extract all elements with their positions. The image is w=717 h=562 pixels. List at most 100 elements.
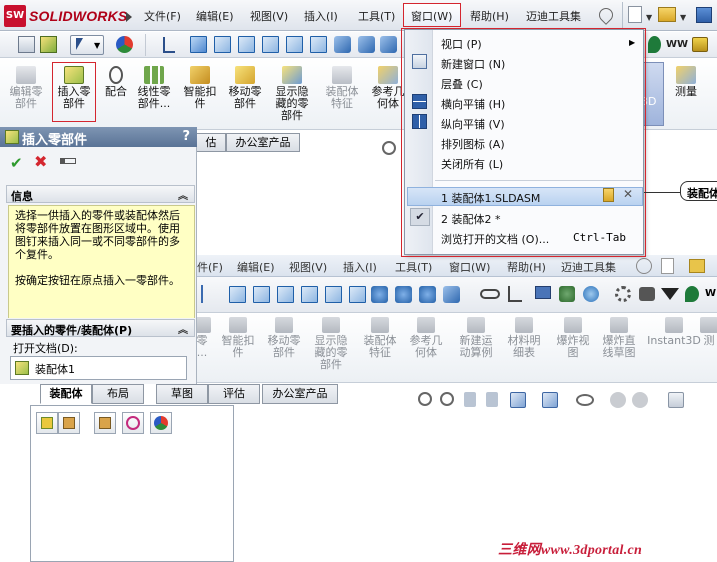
open-dropdown-icon[interactable]: ▼ (680, 13, 686, 22)
menu-view[interactable]: 视图(V) (250, 8, 288, 24)
std-view-top-icon[interactable] (286, 36, 303, 53)
back-menu-file[interactable]: 件(F) (197, 259, 223, 275)
front-tab-evaluate[interactable]: 估 (196, 133, 226, 152)
menu-item-cascade[interactable]: 层叠 (C) (441, 76, 483, 92)
std-view-back-icon[interactable] (214, 36, 231, 53)
back-zebra-icon[interactable]: W (705, 288, 716, 299)
back-measure-icon[interactable] (480, 289, 500, 299)
menu-item-viewport[interactable]: 视口 (P) (441, 36, 482, 52)
back-pin-icon[interactable] (636, 258, 652, 274)
menu-item-tile-horizontal[interactable]: 横向平铺 (H) (441, 96, 505, 112)
appearance-color-icon[interactable] (116, 36, 133, 53)
menu-item-window-1[interactable]: 1 装配体1.SLDASM (441, 190, 540, 206)
zebra-stripes-icon[interactable]: WW (666, 39, 688, 50)
back-menu-tools[interactable]: 工具(T) (395, 259, 432, 275)
pm-help-button[interactable]: ? (182, 129, 190, 144)
menu-help[interactable]: 帮助(H) (470, 8, 509, 24)
back-globe-icon[interactable] (583, 286, 599, 302)
back-monitor-icon[interactable] (535, 286, 551, 299)
back-shaded-edges-icon[interactable] (395, 286, 412, 303)
back-tab-assembly[interactable]: 装配体 (40, 384, 92, 404)
back-cmd-instant3d[interactable]: Instant3D (645, 317, 703, 347)
menu-item-new-window[interactable]: 新建窗口 (N) (441, 56, 505, 72)
scene-icon[interactable] (632, 392, 648, 408)
menu-item-arrange-icons[interactable]: 排列图标 (A) (441, 136, 505, 152)
back-cmd-exploded-view[interactable]: 爆炸视 图 (550, 317, 596, 359)
cmd-show-hidden-components[interactable]: 显示隐 藏的零 部件 (270, 66, 314, 122)
back-menu-window[interactable]: 窗口(W) (449, 259, 490, 275)
back-std-view-icon-6[interactable] (349, 286, 366, 303)
menu-window[interactable]: 窗口(W) (411, 8, 452, 24)
new-document-icon[interactable] (628, 6, 642, 23)
pm-open-docs-list[interactable]: 装配体1 (10, 356, 187, 380)
display-pane-icon[interactable] (18, 36, 35, 53)
back-tab-sketch[interactable]: 草图 (156, 384, 208, 404)
back-menu-help[interactable]: 帮助(H) (507, 259, 546, 275)
menu-item-browse-documents[interactable]: 浏览打开的文档 (O)... (441, 231, 549, 247)
pm-open-docs-item[interactable]: 装配体1 (35, 361, 75, 377)
back-pin-green-icon[interactable] (685, 286, 699, 302)
back-cmd-smart-fastener[interactable]: 智能扣 件 (215, 317, 261, 359)
new-dropdown-icon[interactable]: ▼ (646, 13, 652, 22)
back-cmd-explode-line-sketch[interactable]: 爆炸直 线草图 (596, 317, 642, 359)
back-cmd-assembly-features[interactable]: 装配体 特征 (357, 317, 403, 359)
std-view-front-icon[interactable] (190, 36, 207, 53)
isometric-view-icon[interactable] (334, 36, 351, 53)
back-open-icon[interactable] (689, 259, 705, 273)
select-tool-button[interactable]: ▼ (70, 35, 104, 55)
section-view-icon[interactable] (486, 392, 498, 407)
window-1-close-icon[interactable]: ✕ (623, 187, 633, 201)
property-manager-icon[interactable] (58, 412, 80, 434)
menu-edit[interactable]: 编辑(E) (196, 8, 234, 24)
back-cmd-bom[interactable]: 材料明 细表 (501, 317, 547, 359)
menu-item-close-all[interactable]: 关闭所有 (L) (441, 156, 503, 172)
display-style-icon[interactable] (542, 392, 558, 408)
front-tab-office[interactable]: 办公室产品 (226, 133, 300, 152)
green-pin-icon[interactable] (648, 36, 661, 53)
back-tab-office[interactable]: 办公室产品 (262, 384, 338, 404)
back-wireframe-icon[interactable] (419, 286, 436, 303)
menu-tools[interactable]: 工具(T) (358, 8, 395, 24)
back-cmd-new-motion-study[interactable]: 新建运 动算例 (453, 317, 499, 359)
previous-view-icon[interactable] (464, 392, 476, 407)
back-std-view-icon-2[interactable] (253, 286, 270, 303)
back-cmd-reference-geometry[interactable]: 参考几 何体 (403, 317, 449, 359)
back-std-view-icon-1[interactable] (229, 286, 246, 303)
pm-parts-header[interactable]: 要插入的零件/装配体(P) ︽ (6, 319, 195, 337)
menu-expand-arrow-icon[interactable] (126, 12, 132, 22)
solidworks-logo[interactable]: SW SOLIDWORKS (4, 5, 127, 27)
back-gear-icon[interactable] (615, 286, 631, 302)
back-view-orient-icon[interactable] (201, 285, 215, 303)
feature-manager-icon[interactable] (36, 412, 58, 434)
ok-check-icon[interactable]: ✔ (10, 154, 23, 172)
back-cmd-move-component[interactable]: 移动零 部件 (261, 317, 307, 359)
view-orientation-axis-icon[interactable] (163, 37, 175, 53)
menu-insert[interactable]: 插入(I) (304, 8, 338, 24)
back-tab-evaluate[interactable]: 评估 (208, 384, 260, 404)
save-icon[interactable] (696, 7, 712, 23)
std-view-right-icon[interactable] (262, 36, 279, 53)
back-new-doc-icon[interactable] (661, 258, 674, 274)
appearance-icon[interactable] (610, 392, 626, 408)
menu-file[interactable]: 文件(F) (144, 8, 181, 24)
cmd-measure[interactable]: 测量 (664, 66, 708, 98)
toolbar-extra-icon[interactable] (692, 37, 708, 52)
back-tab-layout[interactable]: 布局 (92, 384, 144, 404)
dimetric-view-icon[interactable] (380, 36, 397, 53)
cmd-linear-pattern[interactable]: 线性零 部件... (132, 66, 176, 110)
back-cmd-measure[interactable]: 测 (698, 317, 717, 347)
window-1-doc-icon[interactable] (603, 188, 614, 202)
back-menu-maidi[interactable]: 迈迪工具集 (561, 259, 616, 275)
std-view-left-icon[interactable] (238, 36, 255, 53)
back-shaded-icon[interactable] (371, 286, 388, 303)
back-angle-icon[interactable] (508, 286, 522, 302)
display-manager-icon[interactable] (150, 412, 172, 434)
cmd-insert-component[interactable]: 插入零 部件 (52, 62, 96, 122)
cancel-x-icon[interactable]: ✖ (34, 152, 47, 171)
trimetric-view-icon[interactable] (358, 36, 375, 53)
back-cmd-show-hidden[interactable]: 显示隐 藏的零 部件 (308, 317, 354, 371)
back-settings-icon[interactable] (639, 287, 655, 301)
hide-show-icon[interactable] (576, 394, 594, 406)
back-menu-edit[interactable]: 编辑(E) (237, 259, 275, 275)
back-std-view-icon-3[interactable] (277, 286, 294, 303)
